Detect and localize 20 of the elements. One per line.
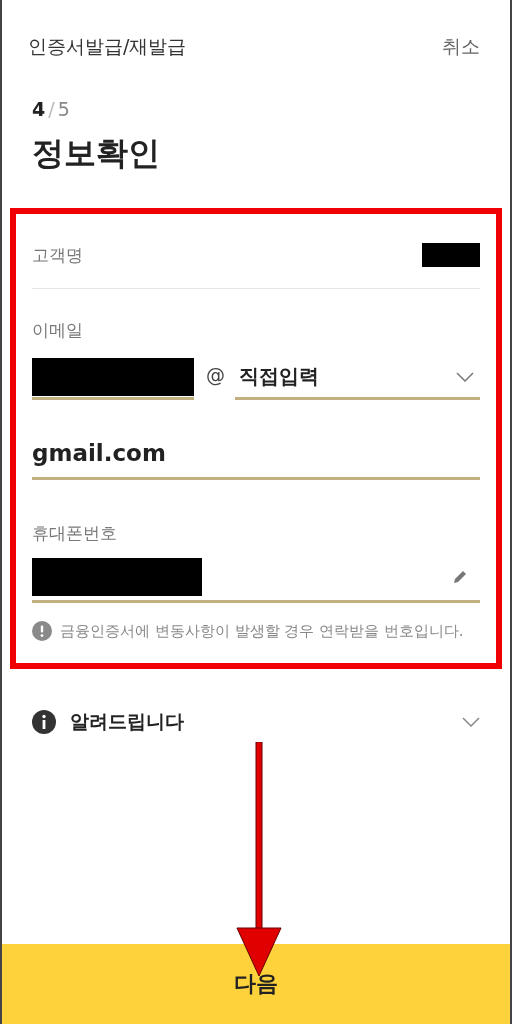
chevron-down-icon [456,371,474,382]
exclamation-icon [32,621,52,641]
domain-input-field[interactable]: gmail.com [32,424,480,480]
notice-text: 금융인증서에 변동사항이 발생할 경우 연락받을 번호입니다. [60,621,464,642]
notice-section-header[interactable]: 알려드립니다 [2,669,510,735]
field-label: 고객명 [32,243,83,267]
pencil-icon[interactable] [452,568,468,585]
step-separator: / [48,98,55,120]
next-button[interactable]: 다음 [2,944,510,1024]
field-label: 이메일 [32,319,84,342]
cancel-button[interactable]: 취소 [442,34,480,60]
info-icon [32,710,56,734]
chevron-down-icon [462,717,480,727]
domain-select[interactable]: 직접입력 [235,356,480,400]
step-total: 5 [57,98,70,120]
page-title: 정보확인 [32,133,161,174]
field-label: 휴대폰번호 [32,522,118,545]
at-sign: @ [206,364,225,386]
screen-title: 인증서발급/재발급 [28,34,187,59]
step-current: 4 [32,98,46,120]
